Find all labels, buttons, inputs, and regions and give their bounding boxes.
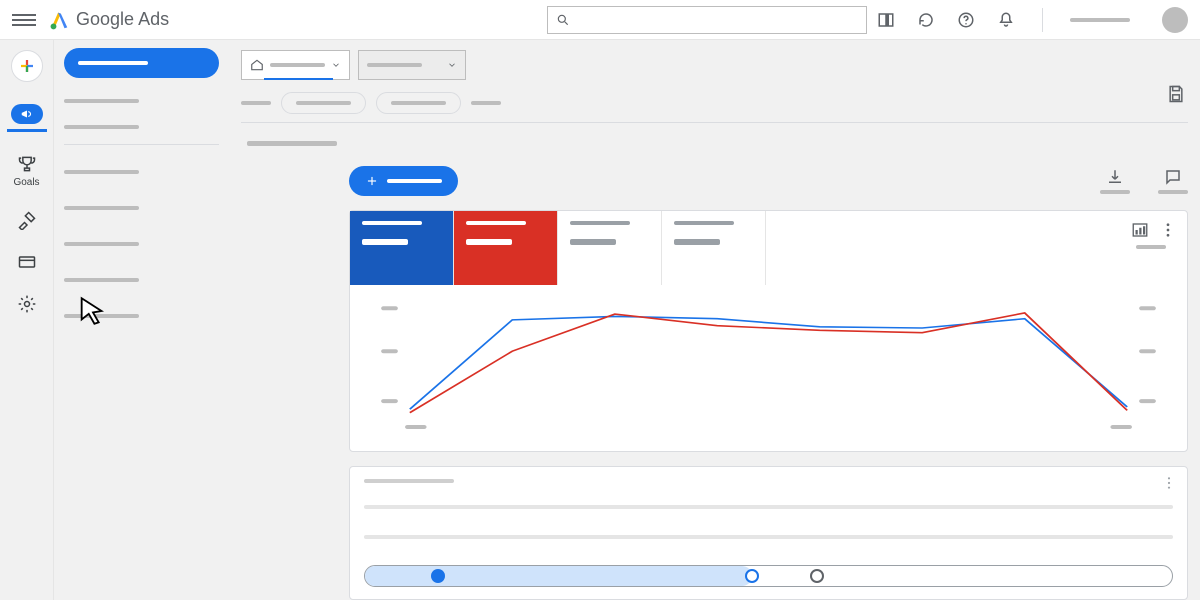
rail-item-admin[interactable] — [7, 294, 47, 314]
rail-item-campaigns[interactable] — [7, 104, 47, 132]
scorecard-row — [350, 211, 1187, 285]
chart-card — [349, 210, 1188, 452]
top-bar: Google Ads — [0, 0, 1200, 40]
card-icon — [17, 252, 37, 272]
filter-chip[interactable] — [376, 92, 461, 114]
filter-bar — [241, 92, 1188, 114]
brand-logo[interactable]: Google Ads — [48, 9, 169, 31]
megaphone-icon — [20, 107, 34, 121]
sidebar-item[interactable] — [64, 195, 219, 221]
rail-item-billing[interactable] — [7, 252, 47, 272]
nav-rail: Goals — [0, 40, 54, 600]
scorecard[interactable] — [350, 211, 454, 285]
more-icon[interactable] — [1161, 475, 1177, 491]
line-chart — [362, 293, 1175, 433]
home-icon — [250, 58, 264, 72]
top-icon-bar — [877, 7, 1188, 33]
search-input[interactable] — [547, 6, 867, 34]
segment-icon[interactable] — [1131, 221, 1149, 239]
scorecard[interactable] — [454, 211, 558, 285]
section-title — [247, 141, 337, 146]
secondary-selector[interactable] — [358, 50, 466, 80]
more-icon[interactable] — [1159, 221, 1177, 239]
separator — [64, 144, 219, 145]
help-icon[interactable] — [957, 11, 975, 29]
progress-bar[interactable] — [364, 565, 1173, 587]
google-ads-logo-icon — [48, 9, 70, 31]
panel-title — [364, 479, 454, 483]
separator — [1042, 8, 1043, 32]
plus-icon — [18, 57, 36, 75]
sidebar-item[interactable] — [64, 231, 219, 257]
cursor-icon — [76, 294, 110, 328]
sidebar-primary[interactable] — [64, 48, 219, 78]
gear-icon — [17, 294, 37, 314]
trophy-icon — [17, 154, 37, 174]
main-content — [229, 40, 1200, 600]
sidebar-item[interactable] — [64, 88, 219, 114]
scope-selector[interactable] — [241, 50, 350, 80]
scorecard[interactable] — [558, 211, 662, 285]
sidebar-item[interactable] — [64, 267, 219, 293]
filter-suffix — [471, 101, 501, 105]
panel-row — [364, 505, 1173, 509]
rail-item-tools[interactable] — [7, 210, 47, 230]
chevron-down-icon — [331, 60, 341, 70]
feedback-button[interactable] — [1158, 168, 1188, 194]
download-button[interactable] — [1100, 168, 1130, 194]
notifications-icon[interactable] — [997, 11, 1015, 29]
plus-icon — [365, 174, 379, 188]
panel-icon[interactable] — [877, 11, 895, 29]
brand-product: Ads — [138, 9, 169, 29]
sidebar-item[interactable] — [64, 114, 219, 140]
panel-row — [364, 535, 1173, 539]
progress-card — [349, 466, 1188, 600]
sidebar-item[interactable] — [64, 159, 219, 185]
search-icon — [556, 13, 570, 27]
primary-action-button[interactable] — [349, 166, 458, 196]
download-icon — [1106, 168, 1124, 186]
feedback-icon — [1164, 168, 1182, 186]
brand-name: Google — [76, 9, 134, 29]
avatar[interactable] — [1162, 7, 1188, 33]
menu-icon[interactable] — [12, 14, 36, 26]
filter-chip[interactable] — [281, 92, 366, 114]
account-label[interactable] — [1070, 18, 1130, 22]
chevron-down-icon — [447, 60, 457, 70]
rail-item-goals[interactable]: Goals — [7, 154, 47, 188]
filter-prefix — [241, 101, 271, 105]
rail-item-label: Goals — [13, 177, 39, 188]
save-icon[interactable] — [1166, 84, 1186, 104]
refresh-icon[interactable] — [917, 11, 935, 29]
create-button[interactable] — [11, 50, 43, 82]
scorecard[interactable] — [662, 211, 766, 285]
tools-icon — [17, 210, 37, 230]
